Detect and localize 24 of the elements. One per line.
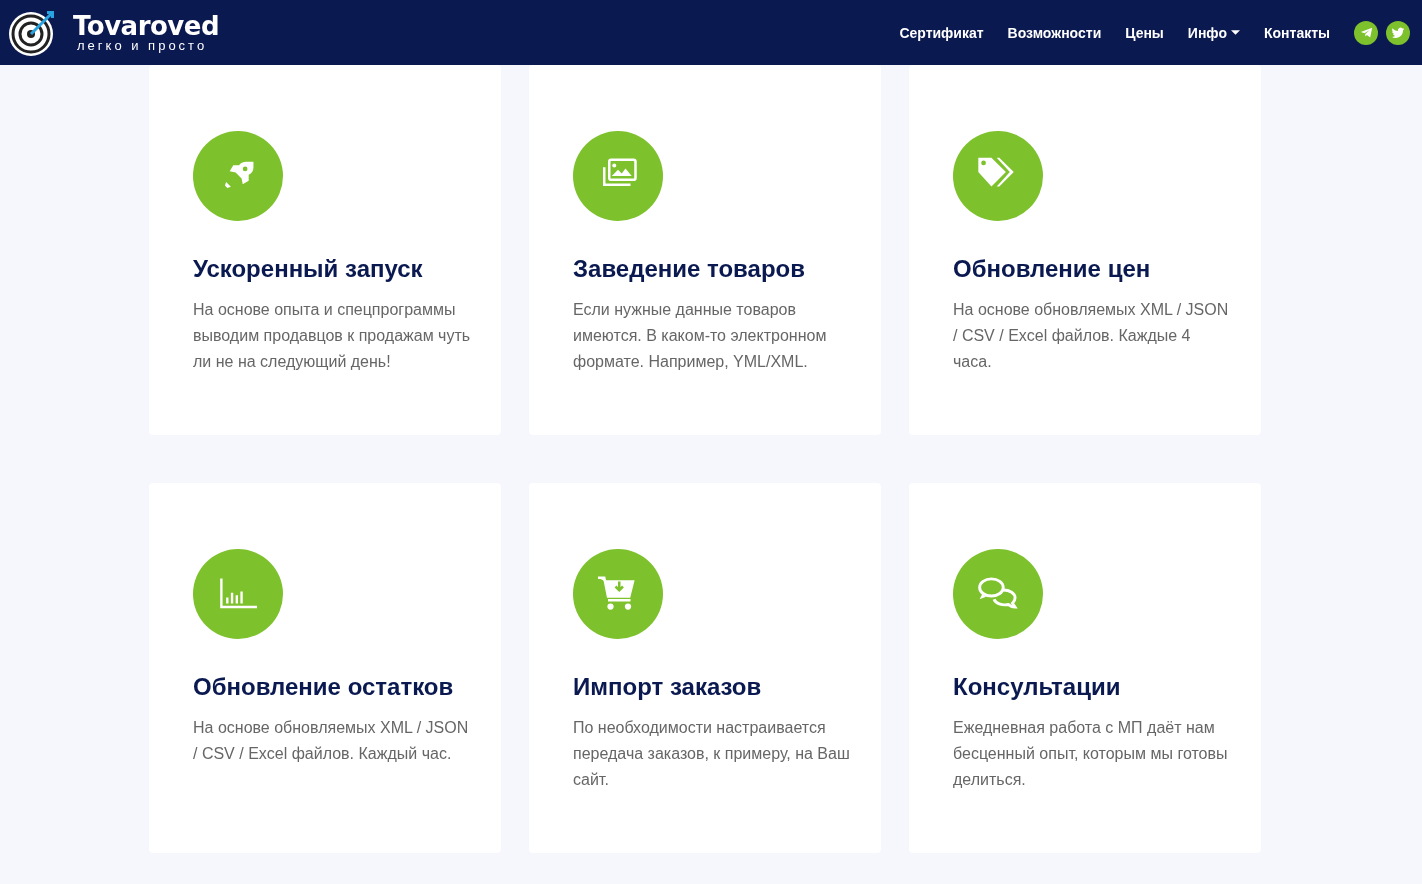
feature-description: На основе опыта и спецпрограммы выводим продавцов к продажам чуть ли не на следующий день!: [193, 300, 471, 372]
feature-title: Заведение товаров: [573, 255, 806, 283]
feature-title: Консультации: [953, 673, 1122, 701]
telegram-icon: [1359, 26, 1373, 39]
feature-title: Импорт заказов: [573, 673, 763, 701]
feature-title: Ускоренный запуск: [193, 255, 424, 283]
feature-title: Обновление остатков: [193, 673, 455, 701]
feature-description: Если нужные данные товаров имеются. В каком-то электронном формате. Например, YML/XML.: [573, 300, 828, 372]
feature-description: На основе обновляемых XML / JSON / CSV / Excel файлов. Каждый час.: [193, 718, 470, 764]
social-button[interactable]: [1386, 20, 1410, 45]
nav-link[interactable]: Сертификат: [899, 24, 984, 41]
nav-link[interactable]: Цены: [1125, 24, 1164, 41]
twitter-icon: [1391, 25, 1405, 40]
feature-description: Ежедневная работа с МП даёт нам бесценный опыт, которым мы готовы делиться.: [953, 718, 1229, 790]
nav-link[interactable]: Возможности: [1007, 24, 1102, 41]
caret-icon: [1231, 30, 1240, 35]
nav-link[interactable]: Контакты: [1264, 24, 1330, 41]
feature-description: На основе обновляемых XML / JSON / CSV / Excel файлов. Каждые 4 часа.: [953, 300, 1230, 372]
feature-title: Обновление цен: [953, 255, 1152, 283]
nav-link[interactable]: Инфо: [1187, 24, 1240, 41]
feature-description: По необходимости настраивается передача заказов, к примеру, на Ваш сайт.: [573, 718, 851, 790]
logo-tagline: легко и просто: [77, 38, 209, 53]
social-button[interactable]: [1354, 20, 1378, 45]
logo-name[interactable]: Tovaroved: [73, 12, 219, 39]
